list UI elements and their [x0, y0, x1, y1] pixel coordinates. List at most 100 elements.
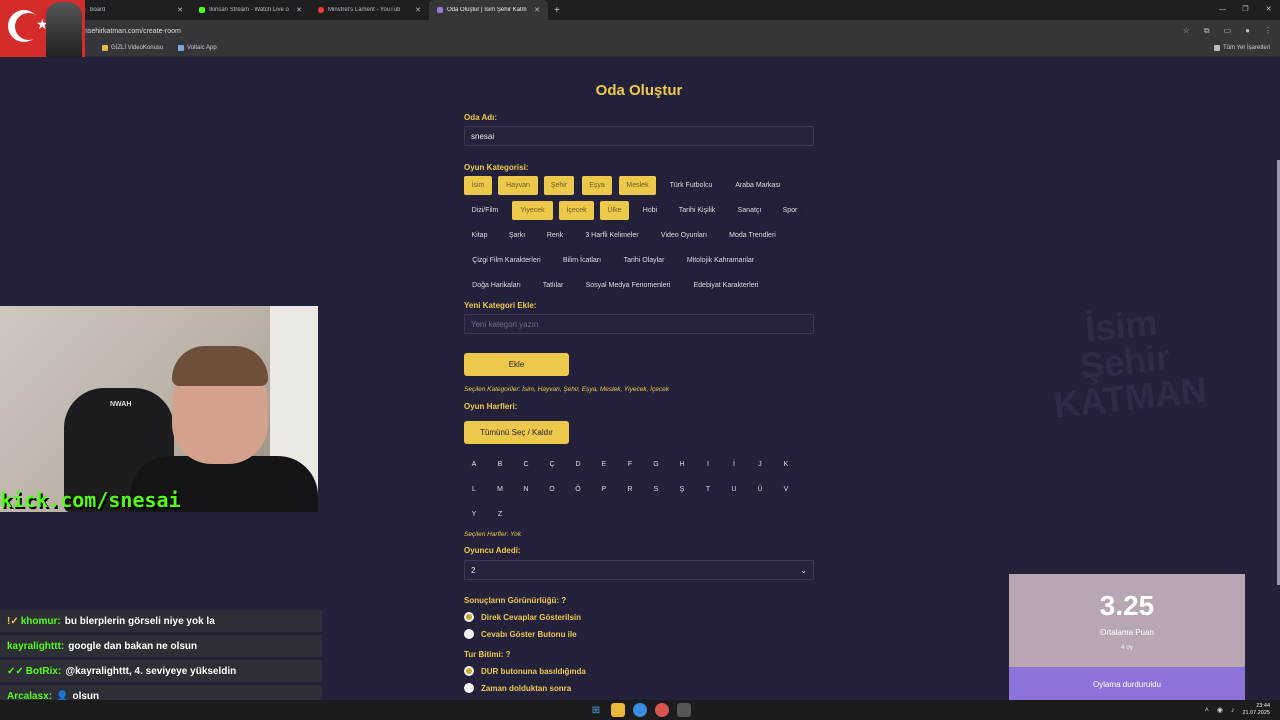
extensions-icon[interactable]: ⧉	[1204, 26, 1210, 36]
tab-close-icon[interactable]: ✕	[177, 6, 183, 14]
category-chip[interactable]: Ülke	[600, 201, 629, 220]
category-chip[interactable]: Doğa Harikaları	[464, 276, 529, 295]
letter-button[interactable]: Ü	[750, 480, 770, 498]
radio-unchecked-icon[interactable]	[464, 629, 474, 639]
category-chip[interactable]: 3 Harfli Kelimeler	[577, 226, 647, 245]
letter-button[interactable]: G	[646, 455, 666, 473]
maximize-icon[interactable]: ❐	[1234, 0, 1257, 20]
category-chip[interactable]: Sosyal Medya Fenomenleri	[577, 276, 679, 295]
letter-button[interactable]: Z	[490, 505, 510, 523]
letter-button[interactable]: Ş	[672, 480, 692, 498]
round-end-option-timer[interactable]: Zaman dolduktan sonra	[464, 683, 571, 693]
letter-button[interactable]: B	[490, 455, 510, 473]
category-chip[interactable]: Dizi/Film	[464, 201, 506, 220]
letter-button[interactable]: T	[698, 480, 718, 498]
category-chip[interactable]: İçecek	[559, 201, 594, 220]
category-chip[interactable]: Renk	[541, 226, 569, 245]
letter-button[interactable]: E	[594, 455, 614, 473]
visibility-option-direct[interactable]: Direk Cevaplar Gösterilsin	[464, 612, 581, 622]
letter-button[interactable]: V	[776, 480, 796, 498]
radio-unchecked-icon[interactable]	[464, 683, 474, 693]
chrome-icon[interactable]	[633, 703, 647, 717]
letter-button[interactable]: F	[620, 455, 640, 473]
letter-button[interactable]: S	[646, 480, 666, 498]
all-bookmarks[interactable]: Tüm Yer İşaretleri	[1214, 45, 1270, 51]
terminal-icon[interactable]	[677, 703, 691, 717]
start-icon[interactable]: ⊞	[589, 703, 603, 717]
tab-close-icon[interactable]: ✕	[415, 6, 421, 14]
url-field[interactable]: msehirkatman.com/create-room	[82, 28, 181, 35]
category-chip[interactable]: Tarihi Olaylar	[617, 251, 671, 270]
category-chip[interactable]: Tatlılar	[535, 276, 571, 295]
letter-button[interactable]: O	[542, 480, 562, 498]
category-chip[interactable]: Edebiyat Karakterleri	[686, 276, 766, 295]
letter-button[interactable]: C	[516, 455, 536, 473]
round-end-option-stop[interactable]: DUR butonuna basıldığında	[464, 666, 586, 676]
category-chip[interactable]: Eşya	[582, 176, 612, 195]
category-chip[interactable]: Çizgi Film Karakterleri	[464, 251, 549, 270]
profile-icon[interactable]: ●	[1245, 26, 1250, 36]
radio-checked-icon[interactable]	[464, 612, 474, 622]
category-chip[interactable]: Hayvan	[498, 176, 538, 195]
add-category-button[interactable]: Ekle	[464, 353, 569, 376]
volume-icon[interactable]: ♪	[1231, 707, 1235, 714]
menu-icon[interactable]: ⋮	[1264, 26, 1272, 36]
chevron-up-icon[interactable]: ˄	[1205, 707, 1209, 714]
category-chip[interactable]: Moda Trendleri	[721, 226, 784, 245]
letter-button[interactable]: H	[672, 455, 692, 473]
letter-button[interactable]: L	[464, 480, 484, 498]
category-chip[interactable]: Spor	[776, 201, 804, 220]
category-chip[interactable]: Tarihi Kişilik	[671, 201, 723, 220]
close-window-icon[interactable]: ✕	[1257, 0, 1280, 20]
letter-button[interactable]: I	[698, 455, 718, 473]
browser-tab[interactable]: İkinsan Stream - Watch Live o ✕	[191, 0, 310, 20]
letter-button[interactable]: P	[594, 480, 614, 498]
wifi-icon[interactable]: ◉	[1217, 706, 1223, 714]
clock[interactable]: 23:44 21.07.2025	[1242, 703, 1270, 717]
minimize-icon[interactable]: —	[1211, 0, 1234, 20]
category-chip[interactable]: İsim	[464, 176, 492, 195]
star-icon[interactable]: ☆	[1183, 26, 1190, 36]
bookmark-item[interactable]: GİZLİ VideoKonusu	[102, 45, 163, 51]
cast-icon[interactable]: ▭	[1224, 26, 1232, 36]
letter-button[interactable]: A	[464, 455, 484, 473]
browser-tab[interactable]: board ✕	[72, 0, 191, 20]
category-chip[interactable]: Hobi	[637, 201, 663, 220]
letter-button[interactable]: D	[568, 455, 588, 473]
file-explorer-icon[interactable]	[611, 703, 625, 717]
category-chip[interactable]: Meslek	[619, 176, 656, 195]
letter-button[interactable]: İ	[724, 455, 744, 473]
category-chip[interactable]: Şehir	[544, 176, 574, 195]
category-chip[interactable]: Sanatçı	[731, 201, 768, 220]
obs-icon[interactable]	[655, 703, 669, 717]
category-chip[interactable]: Araba Markası	[727, 176, 789, 195]
category-chip[interactable]: Kitap	[464, 226, 495, 245]
player-count-select[interactable]: 2 ⌄	[464, 560, 814, 580]
letter-button[interactable]: J	[750, 455, 770, 473]
tab-close-icon[interactable]: ✕	[296, 6, 302, 14]
room-name-input[interactable]: snesai	[464, 126, 814, 146]
bookmark-item[interactable]: Voltaic App	[178, 45, 217, 51]
letter-button[interactable]: U	[724, 480, 744, 498]
category-chip[interactable]: Bilim İcatları	[557, 251, 607, 270]
new-category-input[interactable]: Yeni kategori yazın	[464, 314, 814, 334]
new-tab-icon[interactable]: +	[554, 5, 560, 16]
category-chip[interactable]: Türk Futbolcu	[663, 176, 719, 195]
letter-button[interactable]: R	[620, 480, 640, 498]
category-chip[interactable]: Video Oyunları	[654, 226, 714, 245]
browser-tab-active[interactable]: Oda Oluştur | İsim Şehir Katm ✕	[429, 0, 548, 20]
letter-button[interactable]: N	[516, 480, 536, 498]
browser-tab[interactable]: Minstrel's Lament - YouTub ✕	[310, 0, 429, 20]
visibility-option-button[interactable]: Cevabı Göster Butonu ile	[464, 629, 577, 639]
letter-button[interactable]: Ö	[568, 480, 588, 498]
tab-close-icon[interactable]: ✕	[534, 6, 540, 14]
category-chip[interactable]: Şarkı	[503, 226, 531, 245]
letter-button[interactable]: Ç	[542, 455, 562, 473]
select-all-letters-button[interactable]: Tümünü Seç / Kaldır	[464, 421, 569, 444]
letter-button[interactable]: K	[776, 455, 796, 473]
letter-button[interactable]: Y	[464, 505, 484, 523]
category-chip[interactable]: Mitolojik Kahramanlar	[679, 251, 762, 270]
radio-checked-icon[interactable]	[464, 666, 474, 676]
letter-button[interactable]: M	[490, 480, 510, 498]
category-chip[interactable]: Yiyecek	[512, 201, 553, 220]
